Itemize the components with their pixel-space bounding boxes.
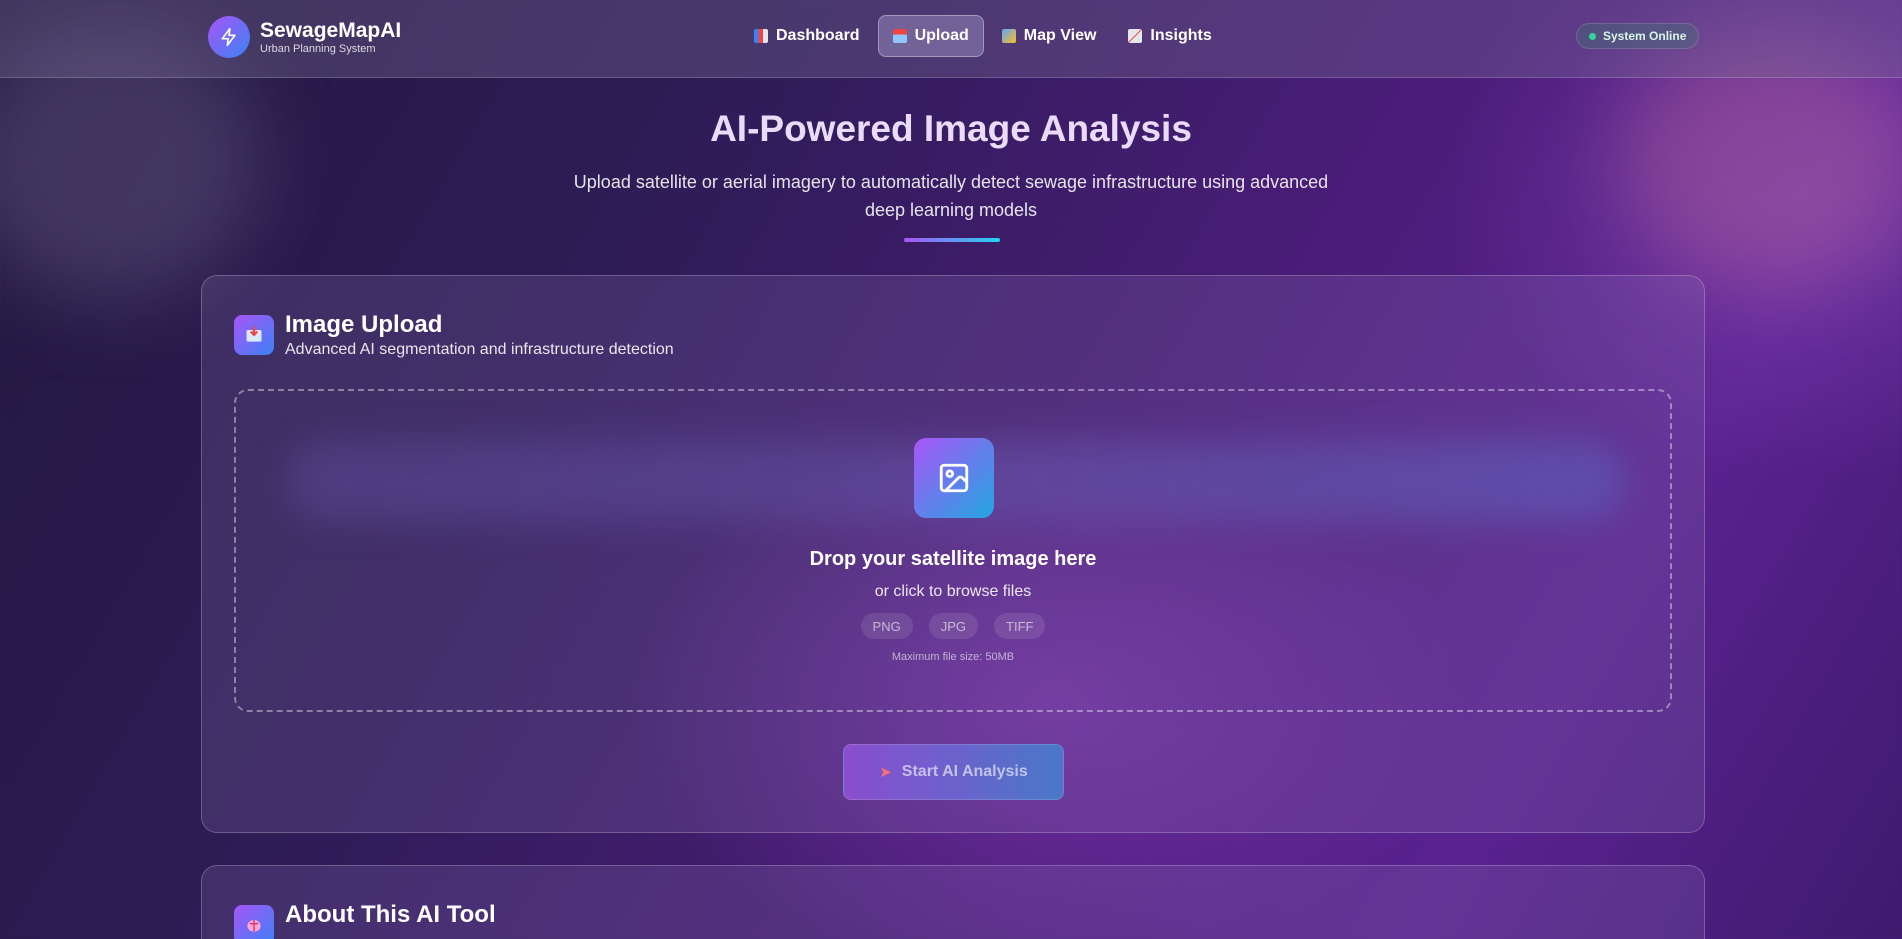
file-dropzone[interactable]: Drop your satellite image here or click …: [234, 389, 1672, 712]
nav-item-dashboard[interactable]: Dashboard: [740, 15, 874, 57]
lightning-bolt-icon: [208, 16, 250, 58]
brand-subtitle: Urban Planning System: [260, 43, 376, 55]
card-description: Advanced AI segmentation and infrastruct…: [285, 341, 674, 358]
about-card: About This AI Tool: [201, 865, 1705, 939]
nav-item-upload[interactable]: Upload: [877, 15, 984, 57]
trending-chart-icon: [1128, 29, 1143, 43]
status-badge: System Online: [1576, 23, 1700, 49]
title-underline: [904, 238, 1000, 242]
format-badge: JPG: [928, 613, 979, 639]
main-nav: Dashboard Upload Map View Insights: [740, 15, 1226, 57]
card-title: Image Upload: [285, 311, 443, 338]
top-navbar: SewageMapAI Urban Planning System Dashbo…: [0, 0, 1902, 78]
brand-name: SewageMapAI: [260, 19, 402, 42]
bar-chart-icon: [754, 29, 768, 43]
format-badge: TIFF: [994, 613, 1046, 639]
map-icon: [1001, 29, 1016, 43]
upload-card: Image Upload Advanced AI segmentation an…: [201, 275, 1705, 833]
inbox-tray-icon: [234, 315, 274, 355]
brand[interactable]: SewageMapAI Urban Planning System: [208, 16, 401, 58]
nav-item-map-view[interactable]: Map View: [988, 15, 1111, 57]
max-file-size: Maximum file size: 50MB: [891, 651, 1015, 663]
format-badge: PNG: [860, 613, 913, 639]
rocket-icon: ➤: [879, 764, 892, 781]
status-dot-icon: [1589, 32, 1596, 40]
format-list: PNG JPG TIFF: [236, 613, 1670, 639]
nav-item-label: Dashboard: [776, 27, 860, 44]
nav-item-label: Upload: [914, 27, 969, 44]
page-subtitle: Upload satellite or aerial imagery to au…: [573, 172, 1329, 220]
nav-item-label: Insights: [1150, 27, 1212, 44]
inbox-tray-icon: [892, 29, 907, 43]
brain-icon: [234, 905, 274, 939]
card-title: About This AI Tool: [285, 901, 496, 928]
start-analysis-label: Start AI Analysis: [901, 763, 1028, 780]
nav-item-label: Map View: [1023, 27, 1097, 44]
status-label: System Online: [1603, 29, 1687, 43]
nav-item-insights[interactable]: Insights: [1114, 15, 1225, 57]
browse-files-link[interactable]: or click to browse files: [236, 583, 1670, 601]
image-icon: [914, 438, 994, 518]
dropzone-title: Drop your satellite image here: [809, 548, 1097, 570]
page-title: AI-Powered Image Analysis: [710, 108, 1192, 149]
start-analysis-button[interactable]: ➤ Start AI Analysis: [843, 744, 1064, 800]
